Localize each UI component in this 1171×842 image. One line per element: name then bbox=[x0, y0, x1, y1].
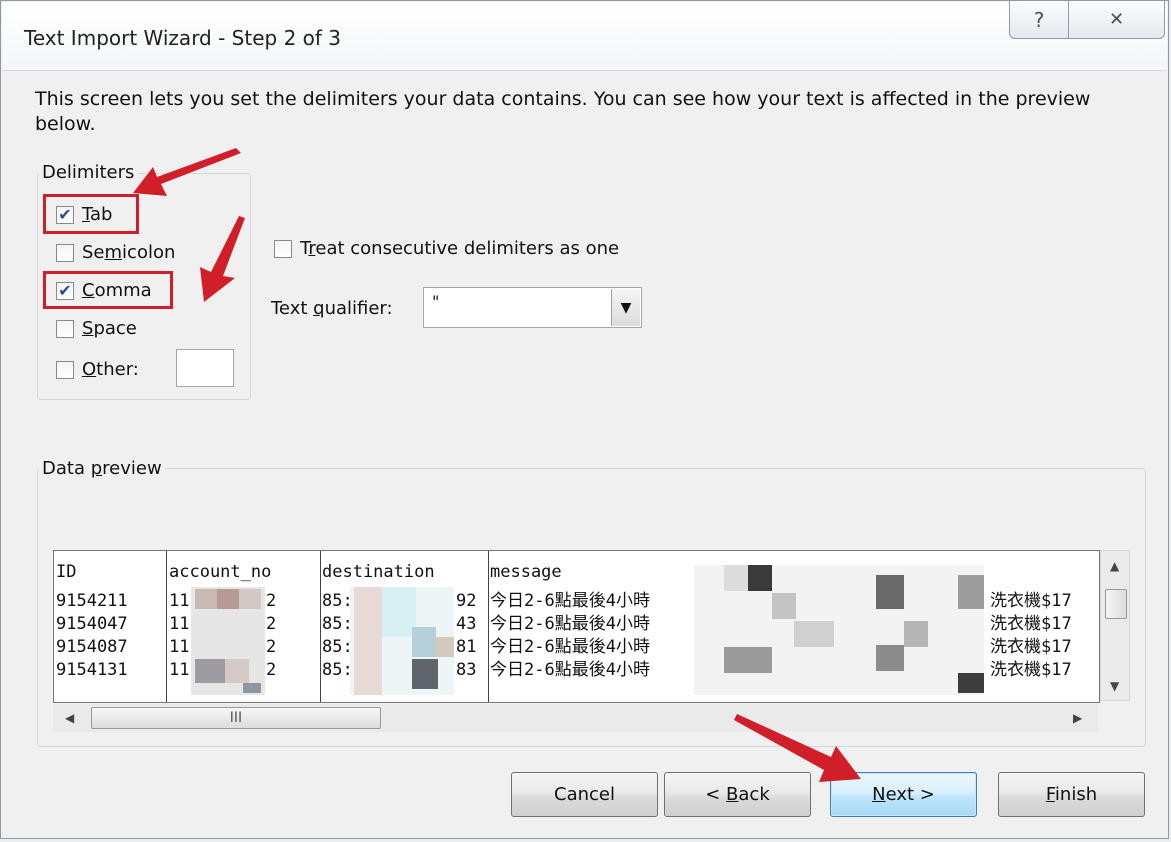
scroll-right-icon[interactable]: ▶ bbox=[1073, 711, 1082, 725]
cell-account-tail: 2 bbox=[266, 591, 277, 611]
consecutive-checkbox[interactable] bbox=[274, 239, 292, 258]
cell-message: 今日2-6點最後4小時 bbox=[490, 637, 650, 657]
description-text: This screen lets you set the delimiters … bbox=[35, 88, 1091, 135]
window-title: Text Import Wizard - Step 2 of 3 bbox=[24, 26, 342, 50]
dialog-window: Text Import Wizard - Step 2 of 3 ? ✕ Thi… bbox=[0, 0, 1169, 839]
scroll-down-icon[interactable]: ▼ bbox=[1110, 679, 1119, 693]
cell-id: 9154087 bbox=[56, 637, 128, 657]
cell-id: 9154131 bbox=[56, 660, 128, 680]
redaction-destination bbox=[350, 587, 454, 695]
tab-highlight-box bbox=[43, 194, 139, 234]
cell-destination-head: 85: bbox=[322, 614, 353, 634]
cell-account-head: 11 bbox=[169, 614, 190, 634]
cell-message: 今日2-6點最後4小時 bbox=[490, 614, 650, 634]
cell-message-tail: 洗衣機$17 bbox=[990, 637, 1072, 657]
header-account-no: account_no bbox=[169, 562, 272, 582]
horizontal-scroll-thumb[interactable]: III bbox=[91, 707, 381, 729]
preview-vertical-scrollbar[interactable]: ▲ ▼ bbox=[1100, 550, 1130, 701]
other-checkbox[interactable] bbox=[56, 360, 74, 379]
other-label: Other: bbox=[82, 359, 139, 380]
space-label: Space bbox=[82, 318, 137, 339]
cancel-button[interactable]: Cancel bbox=[511, 772, 658, 817]
qualifier-value: " bbox=[432, 292, 440, 311]
cell-destination-tail: 81 bbox=[456, 637, 477, 657]
cell-id: 9154047 bbox=[56, 614, 128, 634]
cell-destination-head: 85: bbox=[322, 637, 353, 657]
dropdown-arrow-icon[interactable]: ▼ bbox=[611, 289, 640, 326]
data-preview-grid[interactable]: ID account_no destination message 915421… bbox=[53, 550, 1100, 703]
cell-message: 今日2-6點最後4小時 bbox=[490, 591, 650, 611]
header-message: message bbox=[490, 562, 562, 582]
cell-message-tail: 洗衣機$17 bbox=[990, 591, 1072, 611]
cell-id: 9154211 bbox=[56, 591, 128, 611]
text-qualifier-select[interactable]: " ▼ bbox=[423, 287, 642, 328]
next-button[interactable]: Next > bbox=[830, 772, 977, 817]
cell-destination-tail: 83 bbox=[456, 660, 477, 680]
space-checkbox-row[interactable]: Space bbox=[56, 318, 137, 339]
cell-account-head: 11 bbox=[169, 660, 190, 680]
semicolon-checkbox-row[interactable]: Semicolon bbox=[56, 242, 175, 263]
other-checkbox-row[interactable]: Other: bbox=[56, 359, 139, 380]
cell-destination-tail: 43 bbox=[456, 614, 477, 634]
cell-message: 今日2-6點最後4小時 bbox=[490, 660, 650, 680]
semicolon-label: Semicolon bbox=[82, 242, 176, 263]
redaction-account bbox=[191, 587, 265, 695]
header-destination: destination bbox=[322, 562, 435, 582]
title-bar: Text Import Wizard - Step 2 of 3 bbox=[2, 2, 1167, 71]
cell-account-tail: 2 bbox=[266, 614, 277, 634]
redaction-message bbox=[694, 565, 984, 695]
other-delimiter-input[interactable] bbox=[176, 349, 234, 387]
consecutive-label: Treat consecutive delimiters as one bbox=[300, 238, 620, 259]
semicolon-checkbox[interactable] bbox=[56, 243, 74, 262]
scroll-left-icon[interactable]: ◀ bbox=[65, 711, 74, 725]
back-button[interactable]: < Back bbox=[664, 772, 811, 817]
help-button[interactable]: ? bbox=[1009, 1, 1069, 39]
cell-destination-head: 85: bbox=[322, 660, 353, 680]
cell-account-head: 11 bbox=[169, 637, 190, 657]
scroll-up-icon[interactable]: ▲ bbox=[1110, 559, 1119, 573]
cell-account-tail: 2 bbox=[266, 637, 277, 657]
preview-horizontal-scrollbar[interactable]: ◀ III ▶ bbox=[53, 704, 1098, 732]
cell-destination-tail: 92 bbox=[456, 591, 477, 611]
comma-highlight-box bbox=[43, 271, 173, 309]
consecutive-checkbox-row[interactable]: Treat consecutive delimiters as one bbox=[274, 238, 619, 259]
cell-message-tail: 洗衣機$17 bbox=[990, 614, 1072, 634]
cell-destination-head: 85: bbox=[322, 591, 353, 611]
qualifier-label: Text qualifier: bbox=[271, 298, 393, 319]
vertical-scroll-thumb[interactable] bbox=[1105, 589, 1127, 619]
help-icon: ? bbox=[1033, 7, 1045, 32]
data-preview-legend: Data preview bbox=[39, 458, 165, 479]
delimiters-legend: Delimiters bbox=[39, 162, 138, 183]
close-button[interactable]: ✕ bbox=[1069, 1, 1165, 39]
space-checkbox[interactable] bbox=[56, 319, 74, 338]
cell-account-head: 11 bbox=[169, 591, 190, 611]
cell-message-tail: 洗衣機$17 bbox=[990, 660, 1072, 680]
cell-account-tail: 2 bbox=[266, 660, 277, 680]
thumb-grip-icon: III bbox=[229, 710, 243, 726]
finish-button[interactable]: Finish bbox=[998, 772, 1145, 817]
close-icon: ✕ bbox=[1108, 9, 1125, 30]
header-id: ID bbox=[56, 562, 77, 582]
